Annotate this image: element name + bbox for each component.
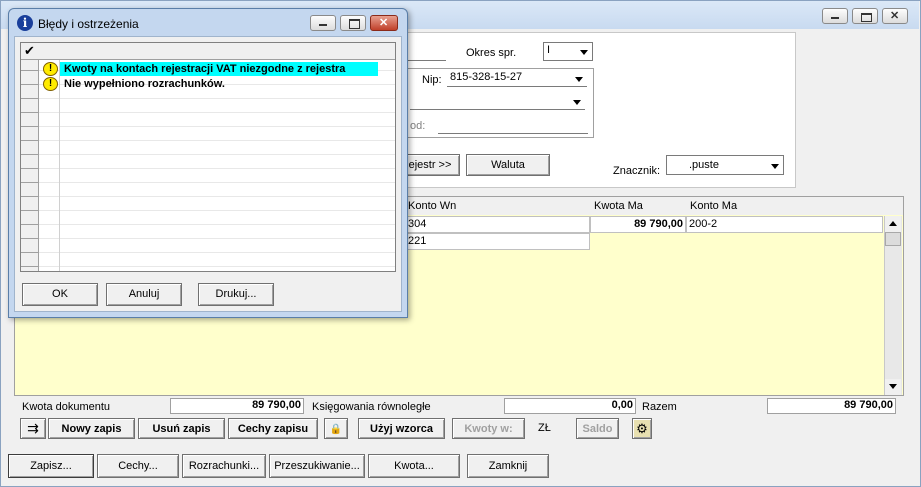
waluta-button[interactable]: Waluta xyxy=(466,154,550,176)
znacznik-dropdown[interactable]: .puste xyxy=(666,155,784,175)
header-konto-ma: Konto Ma xyxy=(690,200,738,212)
saldo-button[interactable]: Saldo xyxy=(576,418,619,439)
scroll-up-arrow-icon[interactable] xyxy=(885,216,901,232)
contractor-dropdown[interactable] xyxy=(410,93,585,110)
dialog-ok-button[interactable]: OK xyxy=(22,283,98,306)
warning-icon: ! xyxy=(43,62,58,76)
nowy-zapis-button[interactable]: Nowy zapis xyxy=(48,418,135,439)
double-arrow-icon: ⇉ xyxy=(27,420,39,436)
kwota-dokumentu-value: 89 790,00 xyxy=(170,398,304,414)
chevron-down-icon xyxy=(573,73,585,85)
dialog-title: Błędy i ostrzeżenia xyxy=(38,17,139,31)
przeszukiwanie-button[interactable]: Przeszukiwanie... xyxy=(269,454,365,478)
dialog-drukuj-button[interactable]: Drukuj... xyxy=(198,283,274,306)
ksiegowania-label: Księgowania równoległe xyxy=(312,401,431,413)
razem-value: 89 790,00 xyxy=(767,398,896,414)
rozrachunki-button[interactable]: Rozrachunki... xyxy=(182,454,266,478)
kwota-dokumentu-label: Kwota dokumentu xyxy=(22,401,111,413)
dialog-maximize-button[interactable] xyxy=(340,15,366,31)
usun-zapis-button[interactable]: Usuń zapis xyxy=(138,418,225,439)
scroll-thumb[interactable] xyxy=(885,232,901,246)
scroll-down-arrow-icon[interactable] xyxy=(885,379,901,395)
row1-konto-wn[interactable]: 304 xyxy=(405,216,590,233)
header-konto-wn: Konto Wn xyxy=(408,200,457,212)
okres-dropdown[interactable]: I xyxy=(543,42,593,61)
toggle-arrows-button[interactable]: ⇉ xyxy=(20,418,46,439)
zamknij-button[interactable]: Zamknij xyxy=(467,454,549,478)
warning-icon: ! xyxy=(43,77,58,91)
lock-button[interactable]: 🔒 xyxy=(324,418,348,439)
zapisz-button[interactable]: Zapisz... xyxy=(8,454,94,478)
nip-dropdown[interactable]: 815-328-15-27 xyxy=(447,70,587,87)
uzyj-wzorca-button[interactable]: Użyj wzorca xyxy=(358,418,445,439)
kwoty-w-button[interactable]: Kwoty w: xyxy=(452,418,525,439)
nip-label: Nip: xyxy=(422,74,442,86)
main-minimize-button[interactable] xyxy=(822,8,848,24)
row1-kwota-ma[interactable]: 89 790,00 xyxy=(590,216,686,233)
dialog-anuluj-button[interactable]: Anuluj xyxy=(106,283,182,306)
okres-value: I xyxy=(547,44,551,56)
kod-field[interactable] xyxy=(438,119,588,134)
settings-gear-button[interactable]: ⚙ xyxy=(632,418,652,439)
dialog-close-button[interactable]: ✕ xyxy=(370,15,398,31)
okres-label: Okres spr. xyxy=(466,47,517,59)
header-kwota-ma: Kwota Ma xyxy=(594,200,643,212)
message-text-2: Nie wypełniono rozrachunków. xyxy=(64,78,225,90)
razem-label: Razem xyxy=(642,401,677,413)
info-icon: i xyxy=(17,15,33,31)
znacznik-value: .puste xyxy=(689,159,719,171)
ksiegowania-value: 0,00 xyxy=(504,398,636,414)
gear-icon: ⚙ xyxy=(636,421,648,436)
message-text-1: Kwoty na kontach rejestracji VAT niezgod… xyxy=(64,63,346,75)
currency-label: ZŁ xyxy=(538,422,551,434)
row2-konto-wn[interactable]: 221 xyxy=(405,233,590,250)
grid-indicator-column xyxy=(21,43,39,271)
dialog-minimize-button[interactable] xyxy=(310,15,336,31)
chevron-down-icon xyxy=(769,160,781,172)
lock-icon: 🔒 xyxy=(329,424,343,435)
kod-label: od: xyxy=(410,120,426,132)
znacznik-label: Znacznik: xyxy=(613,165,661,177)
chevron-down-icon xyxy=(578,46,590,58)
messages-grid[interactable] xyxy=(20,42,396,272)
row1-konto-ma[interactable]: 200-2 xyxy=(686,216,883,233)
rejestr-button[interactable]: ejestr >> xyxy=(400,154,460,176)
main-close-button[interactable]: ✕ xyxy=(882,8,908,24)
cechy-zapisu-button[interactable]: Cechy zapisu xyxy=(228,418,318,439)
main-restore-button[interactable] xyxy=(852,8,878,24)
kwota-button[interactable]: Kwota... xyxy=(368,454,460,478)
nip-value: 815-328-15-27 xyxy=(450,71,523,83)
checkmark-icon: ✔ xyxy=(24,43,35,58)
chevron-down-icon xyxy=(571,96,583,108)
cechy-button[interactable]: Cechy... xyxy=(97,454,179,478)
grid-header xyxy=(21,43,395,60)
